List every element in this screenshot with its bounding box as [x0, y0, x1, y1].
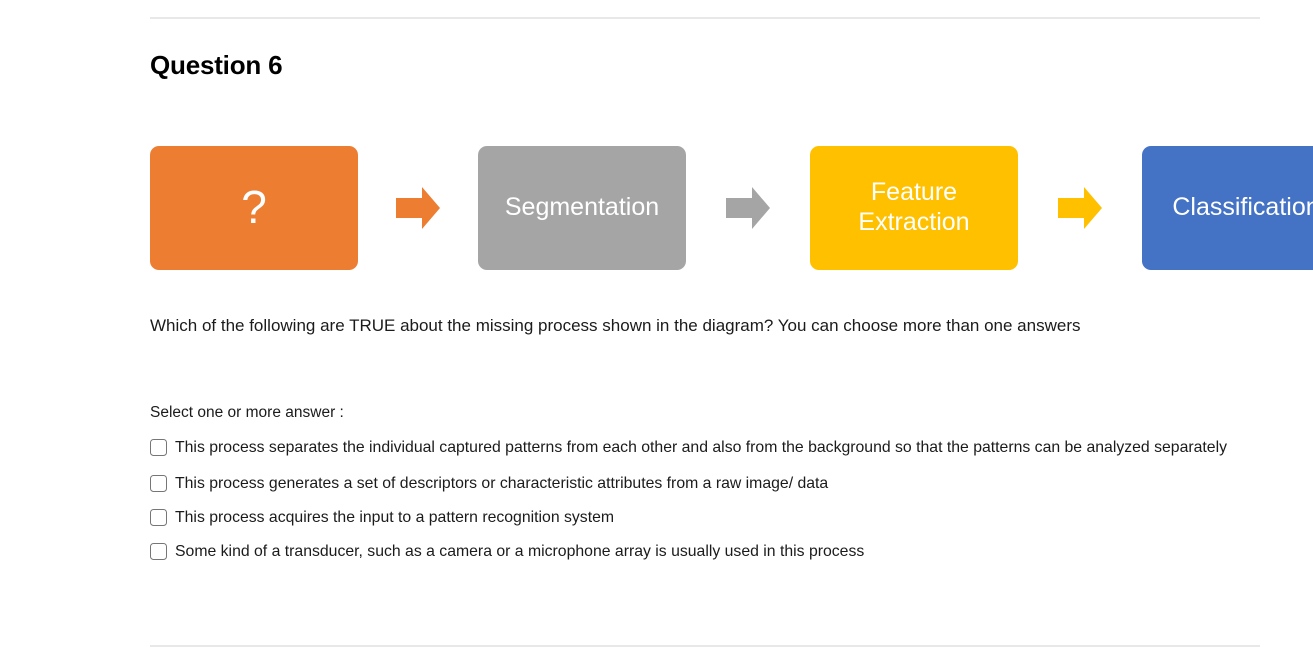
answer-option-2[interactable]: This process generates a set of descript… — [150, 473, 1250, 496]
pattern-recognition-flow-diagram: ? Segmentation Feature Extraction Classi… — [150, 135, 1313, 280]
answer-option-2-label: This process generates a set of descript… — [175, 474, 829, 492]
answer-option-3[interactable]: This process acquires the input to a pat… — [150, 507, 1250, 530]
arrow-3-icon — [1058, 183, 1102, 233]
arrow-1-icon — [396, 183, 440, 233]
page-title: Question 6 — [150, 50, 283, 80]
select-instruction: Select one or more answer : — [150, 404, 344, 421]
checkbox-option-4[interactable] — [150, 542, 167, 560]
answer-option-4[interactable]: Some kind of a transducer, such as a cam… — [150, 541, 1250, 564]
question-prompt: Which of the following are TRUE about th… — [150, 316, 1081, 335]
answer-option-1[interactable]: This process separates the individual ca… — [150, 437, 1250, 460]
answer-option-3-label: This process acquires the input to a pat… — [175, 508, 615, 526]
feature-extraction-box: Feature Extraction — [810, 145, 1018, 270]
bottom-divider — [150, 645, 1260, 647]
top-divider — [150, 17, 1260, 19]
checkbox-option-2[interactable] — [150, 474, 167, 492]
checkbox-option-1[interactable] — [150, 439, 167, 456]
checkbox-option-3[interactable] — [150, 508, 167, 526]
quiz-question-page: Question 6 ? Segmentation Feature Extrac… — [0, 0, 1313, 660]
segmentation-box: Segmentation — [478, 145, 686, 270]
classification-box: Classification — [1142, 145, 1313, 270]
answer-options-list: This process separates the individual ca… — [150, 437, 1250, 575]
missing-process-box: ? — [150, 145, 358, 270]
answer-option-4-label: Some kind of a transducer, such as a cam… — [175, 542, 865, 560]
answer-option-1-label: This process separates the individual ca… — [175, 439, 1227, 456]
arrow-2-icon — [726, 183, 770, 233]
